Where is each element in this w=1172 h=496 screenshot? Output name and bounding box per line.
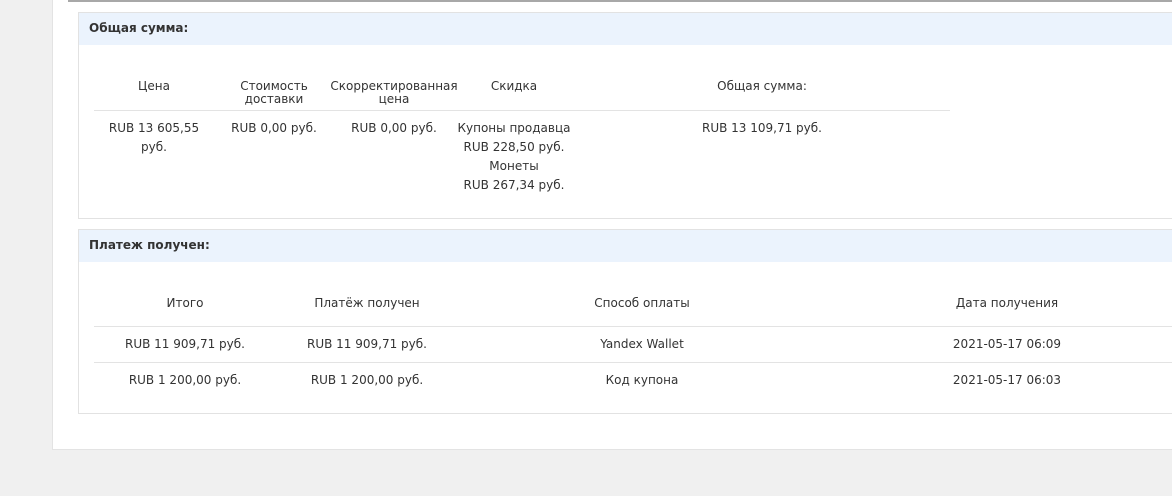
top-divider [68, 0, 1172, 2]
row2-subtotal: RUB 1 200,00 руб. [128, 373, 242, 387]
discount-line: RUB 228,50 руб. [463, 140, 565, 154]
column-header-payment-method: Способ оплаты [594, 296, 690, 310]
discount-details: Купоны продавца RUB 228,50 руб. Монеты R… [449, 119, 579, 195]
payment-received-panel: Платеж получен: Итого Платёж получен Спо… [78, 229, 1172, 414]
adjusted-price-value: RUB 0,00 руб. [351, 121, 437, 135]
column-header-subtotal: Итого [166, 296, 204, 310]
column-header-payment-received: Платёж получен [314, 296, 420, 310]
column-header-received-date: Дата получения [955, 296, 1059, 310]
discount-line: Купоны продавца [457, 121, 571, 135]
discount-line: Монеты [489, 159, 539, 173]
column-header-total: Общая сумма: [717, 79, 807, 93]
column-header-price: Цена [138, 79, 170, 93]
row1-payment-method: Yandex Wallet [600, 337, 684, 351]
order-total-panel: Общая сумма: Цена Стоимость доставки Ско… [78, 12, 1172, 219]
row1-subtotal: RUB 11 909,71 руб. [125, 337, 245, 351]
row1-payment-received: RUB 11 909,71 руб. [307, 337, 427, 351]
column-header-discount: Скидка [490, 79, 538, 93]
discount-line: RUB 267,34 руб. [463, 178, 565, 192]
price-value: RUB 13 605,55 руб. [108, 121, 200, 154]
header-divider [94, 326, 1172, 327]
row-divider [94, 362, 1172, 363]
payment-received-header: Платеж получен: [79, 230, 1172, 262]
row1-received-date: 2021-05-17 06:09 [952, 337, 1062, 351]
row2-payment-received: RUB 1 200,00 руб. [310, 373, 424, 387]
column-header-shipping: Стоимость доставки [240, 79, 308, 106]
header-divider [94, 110, 950, 111]
row2-payment-method: Код купона [605, 373, 679, 387]
shipping-value: RUB 0,00 руб. [231, 121, 317, 135]
row2-received-date: 2021-05-17 06:03 [952, 373, 1062, 387]
column-header-adjusted-price: Скорректированная цена [330, 79, 458, 106]
order-total-header: Общая сумма: [79, 13, 1172, 45]
total-value: RUB 13 109,71 руб. [702, 121, 822, 135]
